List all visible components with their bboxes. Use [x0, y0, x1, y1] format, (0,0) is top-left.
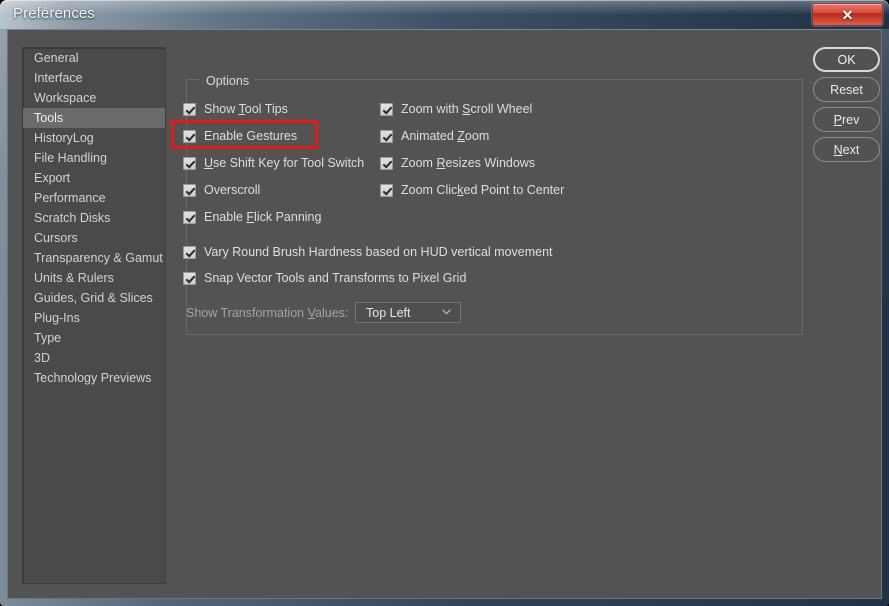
sidebar-item-scratch-disks[interactable]: Scratch Disks	[23, 208, 165, 228]
sidebar-item-performance[interactable]: Performance	[23, 188, 165, 208]
checkbox-enable-gestures[interactable]: Enable Gestures	[183, 127, 297, 145]
checkbox-checked-icon[interactable]	[183, 271, 196, 285]
next-button[interactable]: Next	[813, 137, 880, 162]
checkbox-overscroll[interactable]: Overscroll	[183, 181, 260, 199]
checkbox-checked-icon[interactable]	[380, 102, 393, 116]
checkbox-checked-icon[interactable]	[183, 102, 196, 116]
close-icon: ✕	[841, 6, 854, 23]
checkbox-zoom-resizes-windows[interactable]: Zoom Resizes Windows	[380, 154, 535, 172]
checkbox-checked-icon[interactable]	[183, 245, 196, 259]
prev-button[interactable]: Prev	[813, 107, 880, 132]
checkbox-label: Use Shift Key for Tool Switch	[204, 156, 365, 170]
close-button[interactable]: ✕	[812, 3, 883, 26]
checkbox-checked-icon[interactable]	[183, 183, 196, 197]
transformation-values-value: Top Left	[366, 305, 411, 320]
sidebar-item-plug-ins[interactable]: Plug-Ins	[23, 308, 165, 328]
sidebar-item-3d[interactable]: 3D	[23, 348, 165, 368]
checkbox-label: Enable Flick Panning	[204, 210, 322, 224]
sidebar-item-workspace[interactable]: Workspace	[23, 88, 165, 108]
checkbox-checked-icon[interactable]	[380, 129, 393, 143]
sidebar-item-file-handling[interactable]: File Handling	[23, 148, 165, 168]
checkbox-label: Snap Vector Tools and Transforms to Pixe…	[204, 271, 467, 285]
checkbox-checked-icon[interactable]	[380, 183, 393, 197]
reset-button[interactable]: Reset	[813, 77, 880, 102]
title-bar-sheen	[0, 0, 889, 14]
checkbox-enable-flick-panning[interactable]: Enable Flick Panning	[183, 208, 321, 226]
show-transformation-values-label: Show Transformation Values:	[186, 306, 349, 320]
sidebar-item-cursors[interactable]: Cursors	[23, 228, 165, 248]
checkbox-label: Zoom with Scroll Wheel	[401, 102, 533, 116]
checkbox-checked-icon[interactable]	[183, 156, 196, 170]
options-group-title: Options	[200, 74, 256, 88]
ok-button[interactable]: OK	[813, 47, 880, 72]
checkbox-zoom-clicked-point-to-center[interactable]: Zoom Clicked Point to Center	[380, 181, 564, 199]
checkbox-label: Vary Round Brush Hardness based on HUD v…	[204, 245, 553, 259]
checkbox-label: Zoom Resizes Windows	[401, 156, 536, 170]
checkbox-animated-zoom[interactable]: Animated Zoom	[380, 127, 489, 145]
dialog-client-area: General Interface Workspace Tools HistoryLog…	[7, 29, 882, 599]
checkbox-checked-icon[interactable]	[380, 156, 393, 170]
sidebar-item-export[interactable]: Export	[23, 168, 165, 188]
checkbox-label: Animated Zoom	[401, 129, 490, 143]
checkbox-show-tool-tips[interactable]: Show Tool Tips	[183, 100, 288, 118]
sidebar-item-type[interactable]: Type	[23, 328, 165, 348]
transformation-values-select[interactable]: Top Left	[355, 302, 461, 323]
sidebar-item-units-rulers[interactable]: Units & Rulers	[23, 268, 165, 288]
window-title: Preferences	[13, 5, 95, 22]
checkbox-zoom-with-scroll-wheel[interactable]: Zoom with Scroll Wheel	[380, 100, 532, 118]
preferences-window: Preferences ✕ General Interface Workspace T…	[0, 0, 889, 606]
category-list[interactable]: General Interface Workspace Tools HistoryLog…	[22, 47, 166, 584]
checkbox-vary-round-brush-hardness-based-on-hud-vertical-movement[interactable]: Vary Round Brush Hardness based on HUD v…	[183, 243, 553, 261]
sidebar-item-transparency-gamut[interactable]: Transparency & Gamut	[23, 248, 165, 268]
sidebar-item-historylog[interactable]: HistoryLog	[23, 128, 165, 148]
checkbox-snap-vector-tools-and-transforms-to-pixel-grid[interactable]: Snap Vector Tools and Transforms to Pixe…	[183, 269, 466, 287]
checkbox-checked-icon[interactable]	[183, 129, 196, 143]
sidebar-item-interface[interactable]: Interface	[23, 68, 165, 88]
checkbox-label: Show Tool Tips	[204, 102, 288, 116]
checkbox-label: Enable Gestures	[204, 129, 298, 143]
checkbox-label: Overscroll	[204, 183, 261, 197]
sidebar-item-general[interactable]: General	[23, 48, 165, 68]
sidebar-item-tools[interactable]: Tools	[23, 108, 165, 128]
checkbox-label: Zoom Clicked Point to Center	[401, 183, 565, 197]
sidebar-item-technology-previews[interactable]: Technology Previews	[23, 368, 165, 388]
chevron-down-icon	[436, 308, 460, 317]
checkbox-use-shift-key-for-tool-switch[interactable]: Use Shift Key for Tool Switch	[183, 154, 364, 172]
sidebar-item-guides-grid-slices[interactable]: Guides, Grid & Slices	[23, 288, 165, 308]
title-bar: Preferences ✕	[0, 0, 889, 29]
checkbox-checked-icon[interactable]	[183, 210, 196, 224]
